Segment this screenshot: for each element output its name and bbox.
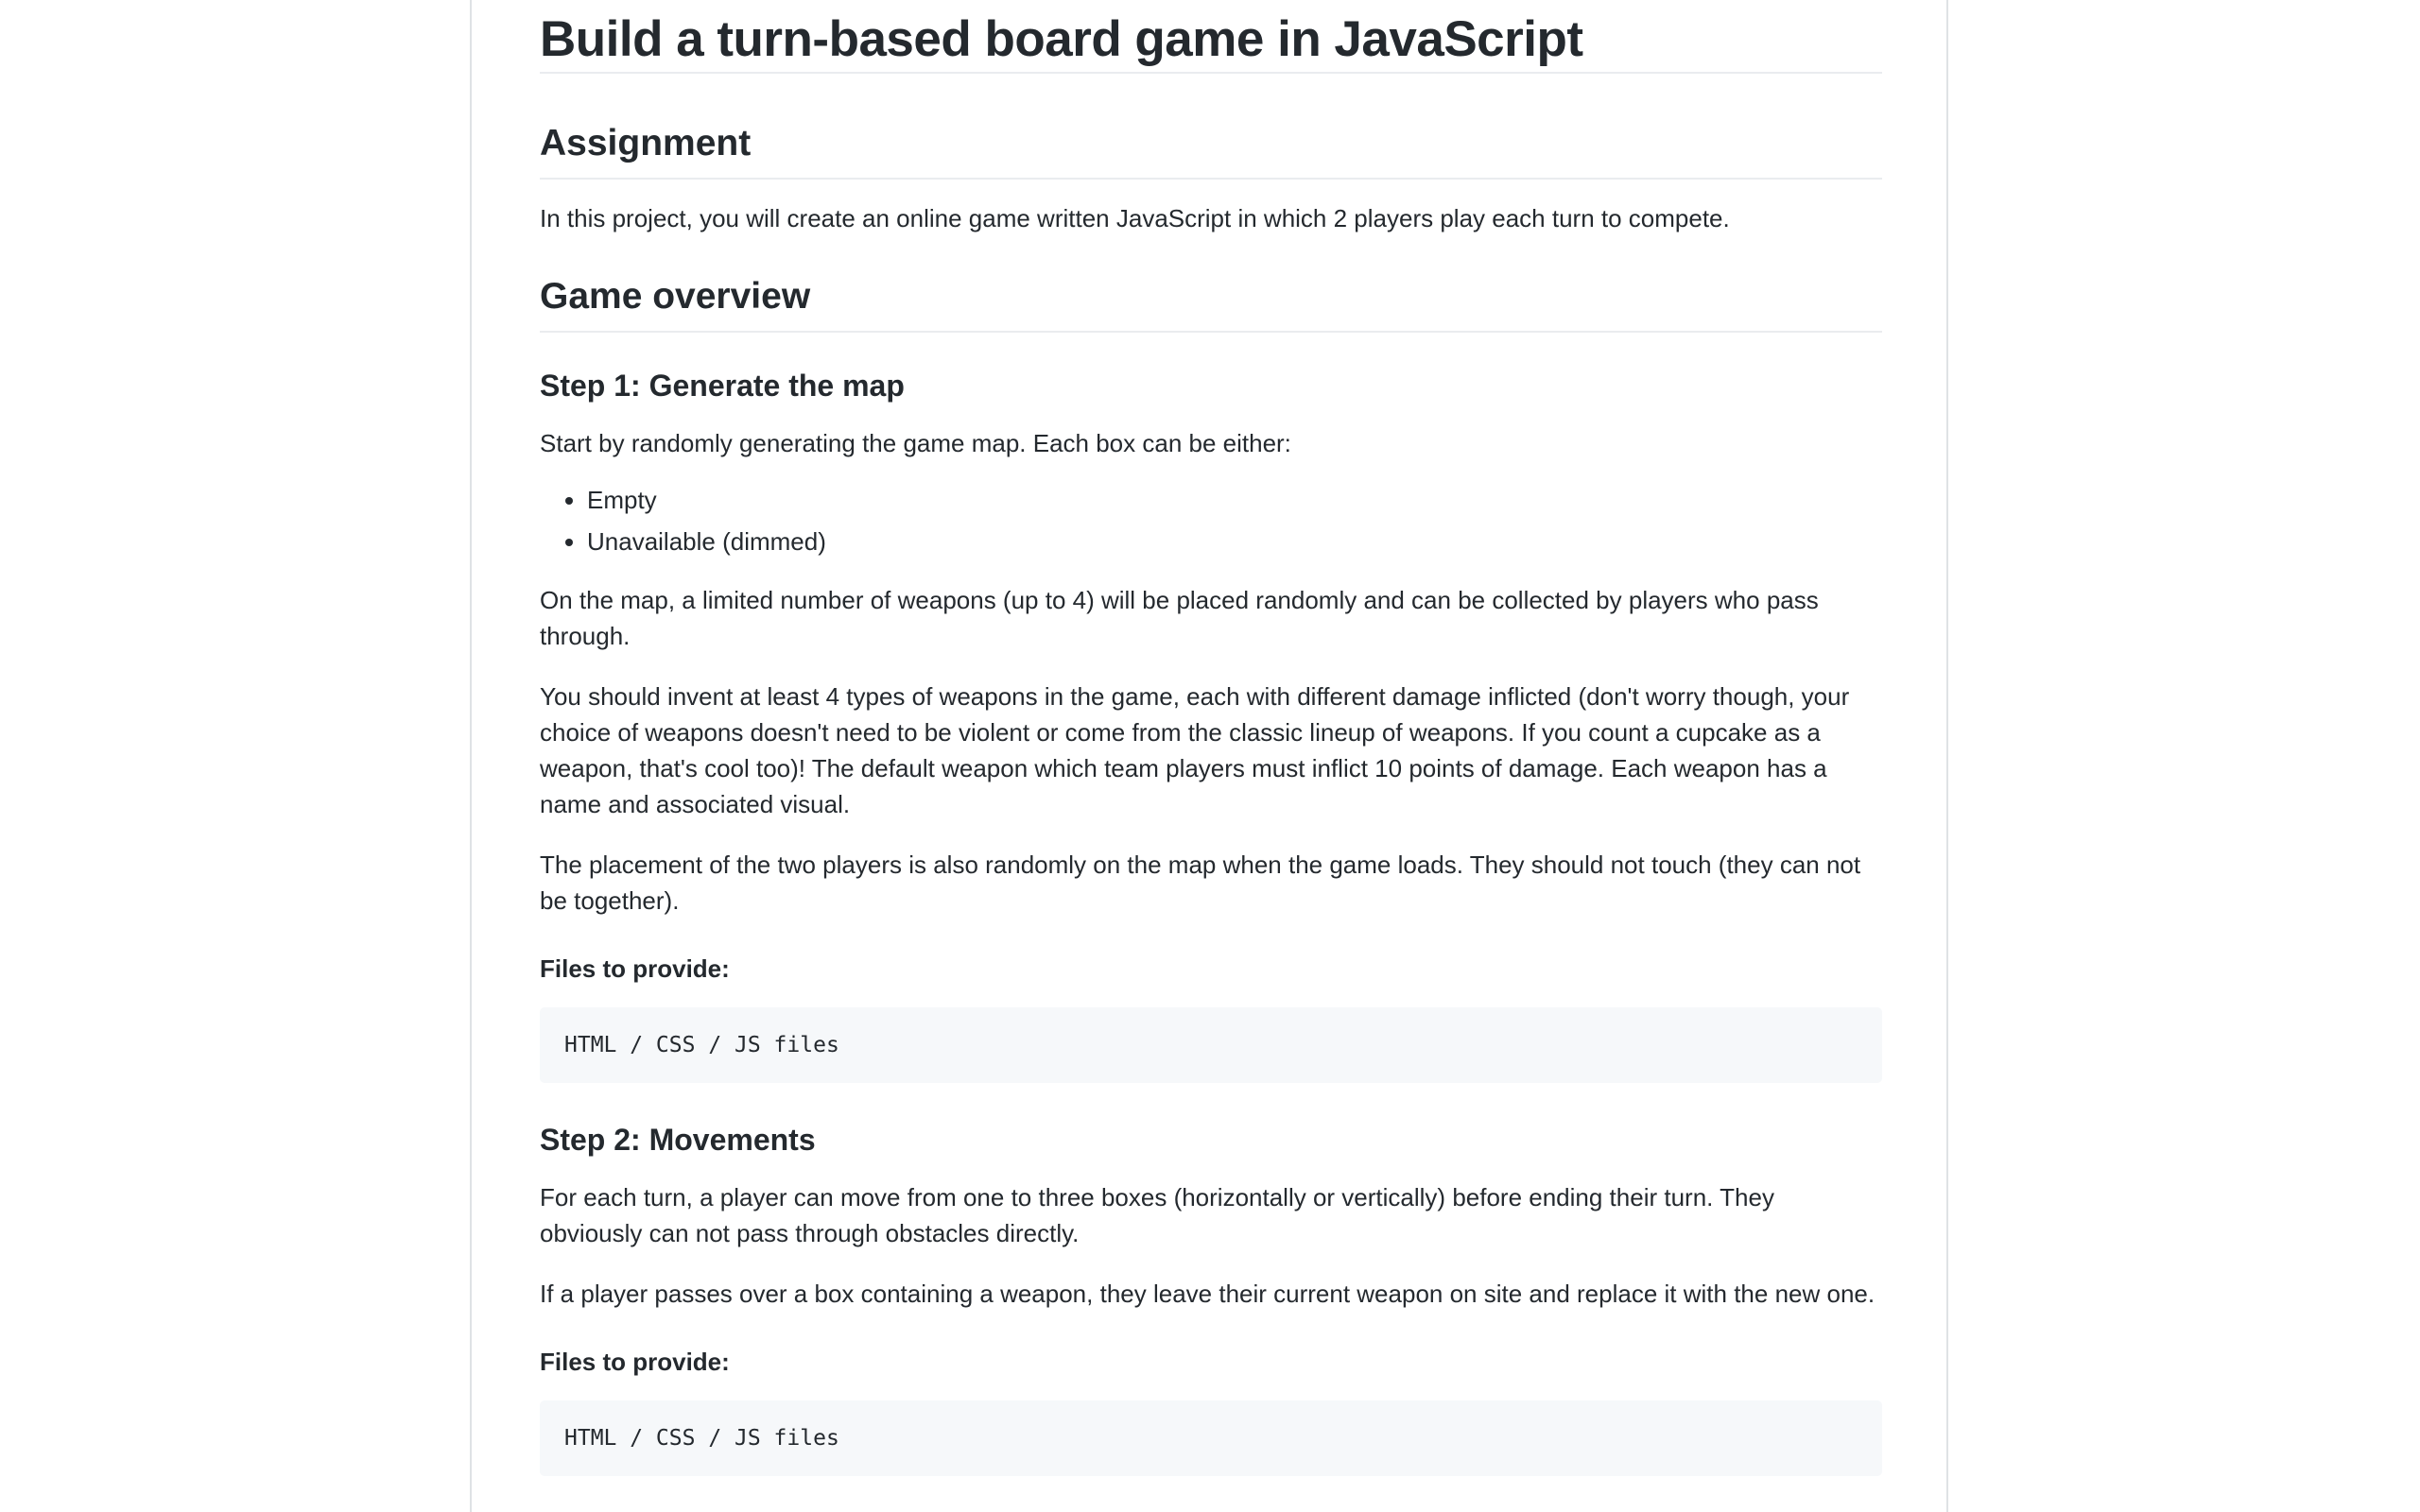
step2-weapon-swap-paragraph: If a player passes over a box containing… [540,1280,1876,1308]
step1-placement-paragraph: The placement of the two players is also… [540,850,1861,915]
markdown-body: Build a turn-based board game in JavaScr… [540,0,1882,1476]
step2-movement-paragraph: For each turn, a player can move from on… [540,1183,1774,1247]
step2-files-label: Files to provide: [540,1348,730,1376]
list-item: Unavailable (dimmed) [587,524,1882,559]
step2-code-block: HTML / CSS / JS files [540,1400,1882,1476]
heading-assignment: Assignment [540,119,1882,180]
step1-code-block: HTML / CSS / JS files [540,1007,1882,1083]
step1-weapons-paragraph: On the map, a limited number of weapons … [540,586,1819,650]
readme-container: Build a turn-based board game in JavaScr… [470,0,1948,1512]
page-title: Build a turn-based board game in JavaScr… [540,0,1882,74]
list-item: Empty [587,482,1882,518]
heading-game-overview: Game overview [540,272,1882,333]
heading-step-1: Step 1: Generate the map [540,369,905,403]
assignment-text: In this project, you will create an onli… [540,204,1730,232]
heading-step-2: Step 2: Movements [540,1123,816,1157]
step1-files-label: Files to provide: [540,954,730,983]
step1-weapon-types-paragraph: You should invent at least 4 types of we… [540,682,1850,818]
step1-intro: Start by randomly generating the game ma… [540,429,1291,457]
box-type-list: Empty Unavailable (dimmed) [540,482,1882,559]
